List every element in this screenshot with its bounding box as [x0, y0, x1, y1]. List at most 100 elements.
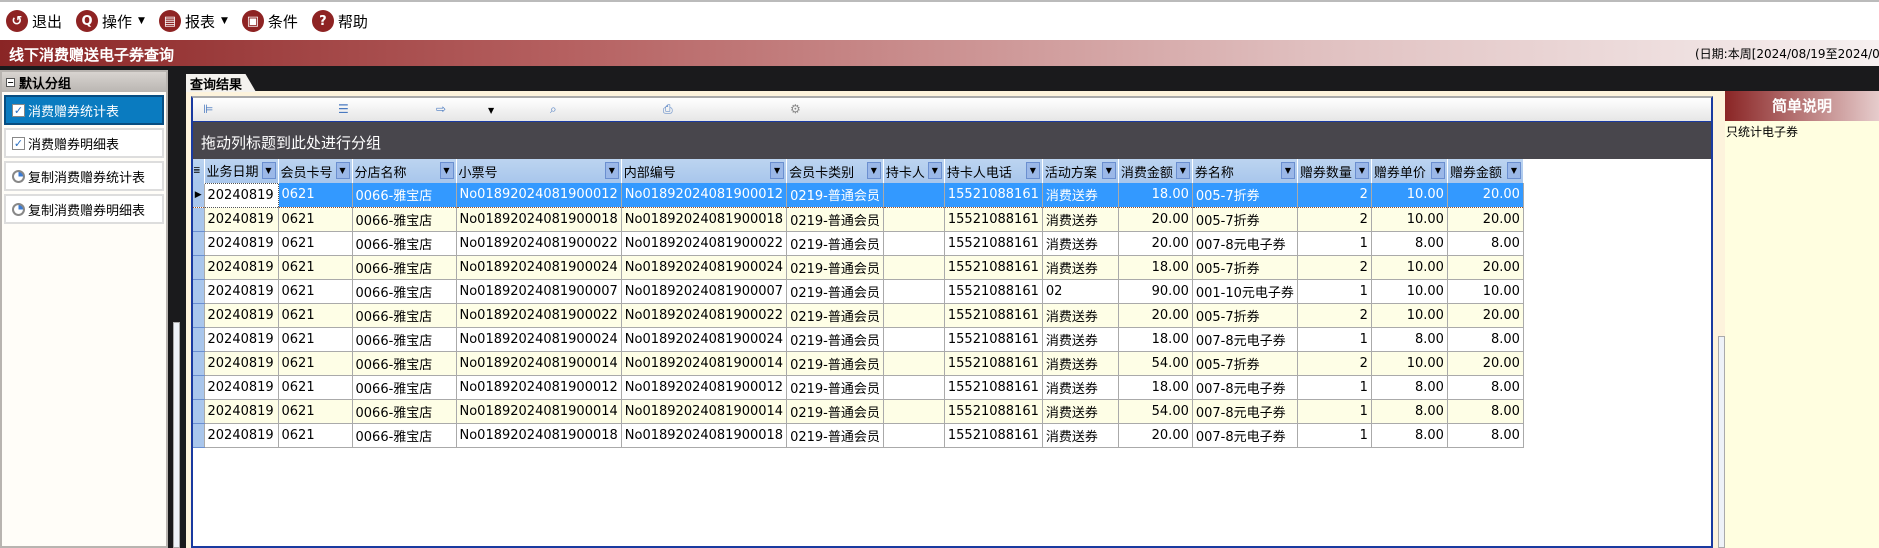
- table-cell[interactable]: 0219-普通会员: [786, 423, 884, 448]
- table-cell[interactable]: 0066-雅宝店: [352, 375, 457, 400]
- table-cell[interactable]: 0621: [278, 255, 353, 280]
- filter-dropdown-icon[interactable]: ▼: [1506, 162, 1521, 179]
- table-cell[interactable]: 15521088161: [944, 207, 1043, 232]
- settings-icon[interactable]: ⚙: [790, 102, 801, 116]
- table-cell[interactable]: 10.00: [1371, 279, 1448, 304]
- table-cell[interactable]: 20240819: [204, 279, 279, 304]
- table-row[interactable]: 20240819 0621 0066-雅宝店 No01892024081900024 N…: [193, 255, 1524, 280]
- table-row[interactable]: 20240819 0621 0066-雅宝店 No01892024081900014 N…: [193, 351, 1524, 376]
- table-cell[interactable]: 消费送券: [1042, 327, 1119, 352]
- condition-button[interactable]: ▣ 条件: [241, 10, 298, 32]
- row-indicator[interactable]: ▶: [193, 183, 205, 208]
- table-row[interactable]: 20240819 0621 0066-雅宝店 No01892024081900022 N…: [193, 231, 1524, 256]
- table-cell[interactable]: No01892024081900024: [621, 327, 788, 352]
- table-cell[interactable]: No01892024081900022: [621, 303, 788, 328]
- column-header[interactable]: 持卡人电话 ▼: [944, 159, 1043, 183]
- table-row[interactable]: ▶ 20240819 0621 0066-雅宝店 No01892024081900012…: [193, 182, 1524, 208]
- row-indicator[interactable]: [193, 351, 205, 376]
- table-cell[interactable]: 18.00: [1118, 255, 1193, 280]
- table-cell[interactable]: [883, 399, 945, 424]
- table-cell[interactable]: [883, 375, 945, 400]
- filter-dropdown-icon[interactable]: ▼: [335, 162, 350, 179]
- filter-dropdown-icon[interactable]: ▼: [927, 162, 942, 179]
- table-cell[interactable]: No01892024081900024: [456, 327, 622, 352]
- table-cell[interactable]: 0066-雅宝店: [352, 351, 457, 376]
- table-cell[interactable]: 8.00: [1371, 327, 1448, 352]
- table-cell[interactable]: No01892024081900022: [456, 303, 622, 328]
- table-cell[interactable]: 1: [1297, 423, 1372, 448]
- table-cell[interactable]: 15521088161: [944, 303, 1043, 328]
- column-header[interactable]: 小票号 ▼: [456, 159, 622, 183]
- table-row[interactable]: 20240819 0621 0066-雅宝店 No01892024081900022 N…: [193, 303, 1524, 328]
- table-cell[interactable]: 20.00: [1118, 207, 1193, 232]
- table-cell[interactable]: 0066-雅宝店: [352, 231, 457, 256]
- table-cell[interactable]: 15521088161: [944, 375, 1043, 400]
- table-cell[interactable]: 0219-普通会员: [786, 327, 884, 352]
- right-splitter[interactable]: [1718, 336, 1725, 548]
- table-cell[interactable]: 8.00: [1371, 231, 1448, 256]
- table-cell[interactable]: No01892024081900018: [456, 423, 622, 448]
- column-header[interactable]: 券名称 ▼: [1192, 159, 1298, 183]
- row-indicator[interactable]: [193, 207, 205, 232]
- table-cell[interactable]: 8.00: [1447, 423, 1524, 448]
- table-cell[interactable]: 005-7折券: [1192, 303, 1298, 328]
- filter-dropdown-icon[interactable]: ▼: [439, 162, 454, 179]
- table-cell[interactable]: 005-7折券: [1192, 255, 1298, 280]
- table-cell[interactable]: 007-8元电子券: [1192, 399, 1298, 424]
- table-cell[interactable]: 0066-雅宝店: [352, 255, 457, 280]
- table-cell[interactable]: [883, 351, 945, 376]
- table-cell[interactable]: 20240819: [204, 207, 279, 232]
- table-cell[interactable]: No01892024081900018: [456, 207, 622, 232]
- chevron-down-icon[interactable]: ▼: [488, 106, 494, 115]
- table-cell[interactable]: 0219-普通会员: [786, 375, 884, 400]
- table-cell[interactable]: 15521088161: [944, 351, 1043, 376]
- table-cell[interactable]: 20.00: [1118, 231, 1193, 256]
- table-cell[interactable]: 007-8元电子券: [1192, 231, 1298, 256]
- table-cell[interactable]: 20240819: [204, 255, 279, 280]
- report-menu-button[interactable]: ▤ 报表 ▼: [158, 10, 228, 32]
- table-cell[interactable]: 15521088161: [944, 255, 1043, 280]
- table-cell[interactable]: 20240819: [204, 231, 279, 256]
- table-cell[interactable]: No01892024081900024: [621, 255, 788, 280]
- operate-menu-button[interactable]: Q 操作 ▼: [76, 10, 145, 32]
- column-header[interactable]: 内部编号 ▼: [621, 159, 788, 183]
- table-cell[interactable]: 15521088161: [944, 231, 1043, 256]
- filter-dropdown-icon[interactable]: ▼: [1025, 162, 1040, 179]
- table-cell[interactable]: 0219-普通会员: [786, 207, 884, 232]
- help-button[interactable]: ? 帮助: [311, 10, 368, 32]
- row-indicator[interactable]: [193, 423, 205, 448]
- table-cell[interactable]: No01892024081900022: [621, 231, 788, 256]
- table-cell[interactable]: 20240819: [204, 375, 279, 400]
- table-cell[interactable]: 20.00: [1447, 255, 1524, 280]
- row-indicator[interactable]: [193, 399, 205, 424]
- table-cell[interactable]: 20.00: [1447, 351, 1524, 376]
- table-cell[interactable]: 005-7折券: [1192, 183, 1298, 208]
- table-cell[interactable]: 18.00: [1118, 375, 1193, 400]
- column-header[interactable]: 会员卡号 ▼: [278, 159, 353, 183]
- table-cell[interactable]: 0066-雅宝店: [352, 207, 457, 232]
- row-indicator[interactable]: [193, 375, 205, 400]
- table-cell[interactable]: 0621: [278, 279, 353, 304]
- table-row[interactable]: 20240819 0621 0066-雅宝店 No01892024081900018 N…: [193, 423, 1524, 448]
- table-cell[interactable]: 0066-雅宝店: [352, 399, 457, 424]
- table-cell[interactable]: 0066-雅宝店: [352, 423, 457, 448]
- table-cell[interactable]: 15521088161: [944, 279, 1043, 304]
- table-cell[interactable]: [883, 423, 945, 448]
- find-icon[interactable]: ⌕: [550, 102, 557, 117]
- table-cell[interactable]: 10.00: [1371, 303, 1448, 328]
- row-indicator[interactable]: [193, 303, 205, 328]
- table-cell[interactable]: 2: [1297, 183, 1372, 208]
- table-cell[interactable]: 0066-雅宝店: [352, 327, 457, 352]
- table-cell[interactable]: 20240819: [204, 399, 279, 424]
- table-cell[interactable]: 15521088161: [944, 399, 1043, 424]
- exit-button[interactable]: ↺ 退出: [6, 10, 62, 32]
- report-item-detail[interactable]: ✓ 消费赠券明细表: [4, 128, 164, 158]
- table-cell[interactable]: 15521088161: [944, 423, 1043, 448]
- table-cell[interactable]: No01892024081900012: [621, 375, 788, 400]
- table-cell[interactable]: No01892024081900018: [621, 423, 788, 448]
- table-cell[interactable]: No01892024081900007: [621, 279, 788, 304]
- table-cell[interactable]: 0621: [278, 231, 353, 256]
- table-cell[interactable]: 8.00: [1447, 399, 1524, 424]
- table-cell[interactable]: 001-10元电子券: [1192, 279, 1298, 304]
- table-cell[interactable]: 20.00: [1447, 183, 1524, 208]
